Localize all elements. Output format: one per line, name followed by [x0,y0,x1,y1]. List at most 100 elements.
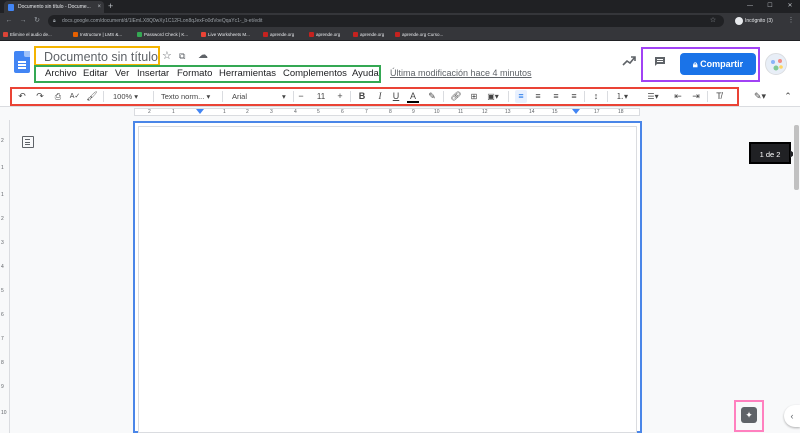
right-indent-marker-icon[interactable] [572,109,580,114]
ruler-number: 2 [148,109,151,115]
increase-indent-icon[interactable]: ⇥ [690,90,702,103]
decrease-font-icon[interactable]: − [296,90,306,103]
insert-image-icon[interactable]: ▣▾ [484,90,502,103]
underline-icon[interactable]: U [390,90,402,103]
docs-logo-icon[interactable] [14,51,30,73]
reload-icon[interactable]: ↻ [32,13,42,29]
bookmark-item[interactable]: aprende.org [308,29,340,41]
menu-complementos[interactable]: Complementos [283,68,347,79]
numbered-list-icon[interactable]: ⒈▾ [612,90,632,103]
maximize-icon[interactable]: ☐ [760,0,780,13]
last-edit-link[interactable]: Última modificación hace 4 minutos [390,68,532,78]
comment-history-icon[interactable] [654,56,666,67]
menu-insertar[interactable]: Insertar [137,68,169,79]
spellcheck-icon[interactable]: A✓ [69,90,81,103]
incognito-label: Incógnito (3) [745,18,773,24]
ruler-number: 2 [1,216,4,222]
menu-ayuda[interactable]: Ayuda [352,68,379,79]
insert-link-icon[interactable]: 🔗︎ [449,90,463,103]
align-right-icon[interactable]: ≡ [550,90,562,103]
bookmark-item[interactable]: Elimine el audio de... [2,29,52,41]
logo-line [18,61,26,63]
scrollbar-thumb[interactable] [794,125,799,190]
text-color-icon[interactable]: A [407,90,419,103]
tab-title: Documento sin título - Docume... [18,4,91,10]
ruler-number: 8 [1,360,4,366]
increase-font-icon[interactable]: + [335,90,345,103]
align-justify-icon[interactable]: ≡ [568,90,580,103]
paint-format-icon[interactable]: 🖌︎ [86,90,98,103]
cloud-status-icon[interactable]: ☁︎ [198,50,208,62]
browser-tab[interactable]: Documento sin título - Docume... × [4,1,104,13]
window-close-icon[interactable]: ✕ [780,0,800,13]
minimize-icon[interactable]: — [740,0,760,13]
editing-mode-icon[interactable]: ✎▾ [751,90,769,103]
menu-formato[interactable]: Formato [177,68,212,79]
bookmark-item[interactable]: aprende.org [262,29,294,41]
avatar[interactable] [765,53,787,75]
browser-tab-strip: Documento sin título - Docume... × + — ☐… [0,0,800,13]
ruler-number: 9 [412,109,415,115]
address-bar[interactable]: 🔒︎ docs.google.com/document/d/1lEmLX8Q0w… [48,15,724,27]
move-folder-icon[interactable]: ⧉ [179,50,185,62]
bookmark-item[interactable]: aprende.org [352,29,384,41]
incognito-indicator[interactable]: Incógnito (3) [735,16,773,26]
document-title[interactable]: Documento sin título [44,50,158,64]
align-left-icon[interactable]: ≡ [515,90,527,103]
zoom-select[interactable]: 100% ▾ [113,90,148,103]
ruler-number: 1 [223,109,226,115]
bookmark-label: Elimine el audio de... [10,32,52,37]
ruler-number: 1 [172,109,175,115]
line-spacing-icon[interactable]: ↕ [590,90,602,103]
print-icon[interactable]: ⎙ [52,90,64,103]
redo-icon[interactable]: ↷ [34,90,46,103]
undo-icon[interactable]: ↶ [16,90,28,103]
insert-comment-icon[interactable]: ⊞ [468,90,480,103]
menu-ver[interactable]: Ver [115,68,129,79]
clear-formatting-icon[interactable]: T̸ [713,90,725,103]
ruler-number: 17 [594,109,600,115]
bookmark-item[interactable]: Live Worksheets M... [200,29,250,41]
bookmark-star-icon[interactable]: ☆ [708,13,718,29]
ruler-track[interactable] [134,108,640,116]
paragraph-style-select[interactable]: Texto norm... ▾ [161,90,217,103]
italic-icon[interactable]: I [374,90,386,103]
bookmark-item[interactable]: Instructure | LMS &... [72,29,122,41]
decrease-indent-icon[interactable]: ⇤ [672,90,684,103]
bulleted-list-icon[interactable]: ☰▾ [643,90,663,103]
toolbar-separator [584,91,585,102]
font-select[interactable]: Arial ▾ [232,90,290,103]
new-tab-button[interactable]: + [108,1,113,12]
star-icon[interactable]: ☆ [162,50,172,62]
back-icon[interactable]: ← [4,13,14,29]
share-label: Compartir [700,59,744,69]
chrome-menu-icon[interactable]: ⋮ [786,13,796,29]
ruler-number: 8 [389,109,392,115]
highlight-color-icon[interactable]: ✎ [426,90,438,103]
document-page[interactable] [138,126,637,433]
tab-close-icon[interactable]: × [97,1,101,13]
activity-trend-icon[interactable] [622,55,636,67]
bookmark-favicon-icon [395,32,400,37]
align-center-icon[interactable]: ≡ [532,90,544,103]
style-value: Texto norm... [161,92,205,101]
menu-editar[interactable]: Editar [83,68,108,79]
left-indent-marker-icon[interactable] [196,109,204,114]
forward-icon[interactable]: → [18,13,28,29]
ruler-number: 3 [270,109,273,115]
menu-archivo[interactable]: Archivo [45,68,77,79]
ruler-number: 4 [1,264,4,270]
font-size-input[interactable]: 11 [312,90,330,103]
document-outline-icon[interactable] [22,136,34,148]
ruler-number: 6 [341,109,344,115]
explore-button[interactable]: ✦ [741,407,757,423]
bookmark-item[interactable]: Password Check | K... [136,29,188,41]
side-panel-toggle[interactable]: ‹ [784,405,800,427]
share-button[interactable]: 🔒︎ Compartir [680,53,756,75]
bookmark-item[interactable]: aprende.org Curso... [394,29,443,41]
ruler-number: 10 [1,410,7,416]
ruler-number: 6 [1,312,4,318]
menu-herramientas[interactable]: Herramientas [219,68,276,79]
collapse-menu-icon[interactable]: ⌃ [782,90,794,103]
bold-icon[interactable]: B [356,90,368,103]
